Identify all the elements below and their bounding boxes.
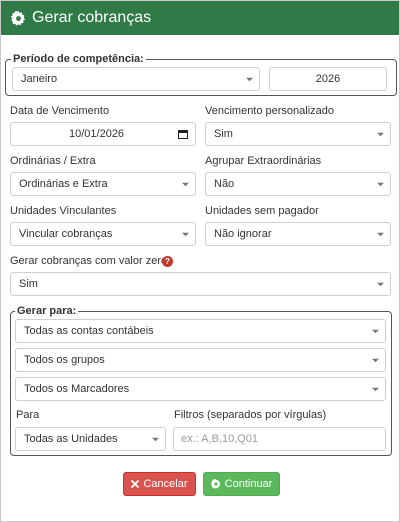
due-date-value: 10/01/2026 [69,128,125,140]
help-icon[interactable]: ? [162,256,173,267]
ordinary-extra-select[interactable]: Ordinárias e Extra [10,172,196,196]
continue-button[interactable]: Continuar [203,472,280,496]
for-units-value: Todas as Unidades [24,433,118,445]
no-payer-select[interactable]: Não ignorar [205,222,391,246]
due-date-label: Data de Vencimento [10,105,110,117]
for-label: Para [16,409,40,421]
custom-due-label: Vencimento personalizado [205,105,335,117]
zero-value-label: Gerar cobranças com valor zero [10,255,168,267]
dialog-title: Gerar cobranças [32,9,152,26]
close-icon [131,480,140,488]
chevron-down-icon [182,232,189,237]
month-value: Janeiro [21,73,58,85]
no-payer-label: Unidades sem pagador [205,205,319,217]
chevron-down-icon [182,182,189,187]
linked-units-value: Vincular cobranças [19,228,113,240]
continue-label: Continuar [224,478,273,490]
custom-due-value: Sim [214,128,233,140]
chevron-down-icon [372,329,379,334]
groups-value: Todos os grupos [24,354,105,366]
chevron-down-icon [372,358,379,363]
group-extra-value: Não [214,178,235,190]
markers-value: Todos os Marcadores [24,383,130,395]
cancel-label: Cancelar [143,478,188,490]
custom-due-select[interactable]: Sim [205,122,391,146]
for-units-select[interactable]: Todas as Unidades [15,427,166,451]
chevron-down-icon [246,77,253,82]
month-select[interactable]: Janeiro [12,67,260,91]
gear-icon [210,479,221,489]
group-extra-label: Agrupar Extraordinárias [205,155,322,167]
calendar-icon [178,130,188,139]
group-extra-select[interactable]: Não [205,172,391,196]
ordinary-extra-label: Ordinárias / Extra [10,155,96,167]
linked-units-label: Unidades Vinculantes [10,205,117,217]
generate-for-legend: Gerar para: [15,305,79,317]
chevron-down-icon [372,387,379,392]
accounts-value: Todas as contas contábeis [24,325,154,337]
markers-select[interactable]: Todos os Marcadores [15,377,386,401]
filters-label: Filtros (separados por vírgulas) [174,409,327,421]
ordinary-extra-value: Ordinárias e Extra [19,178,108,190]
cancel-button[interactable]: Cancelar [123,472,196,496]
filters-input[interactable]: ex.: A,B,10,Q01 [173,427,386,451]
accounts-select[interactable]: Todas as contas contábeis [15,319,386,343]
due-date-input[interactable]: 10/01/2026 [10,122,196,146]
year-input[interactable]: 2026 [269,67,387,91]
chevron-down-icon [377,132,384,137]
linked-units-select[interactable]: Vincular cobranças [10,222,196,246]
filters-placeholder: ex.: A,B,10,Q01 [181,433,259,445]
chevron-down-icon [377,182,384,187]
gear-icon [11,10,26,26]
chevron-down-icon [152,437,159,442]
generate-charges-dialog: Gerar cobranças Período de competência: … [0,0,400,522]
chevron-down-icon [377,232,384,237]
no-payer-value: Não ignorar [214,228,272,240]
periodo-legend: Período de competência: [11,53,146,65]
zero-value-select[interactable]: Sim [10,272,391,296]
chevron-down-icon [377,282,384,287]
zero-value-value: Sim [19,278,38,290]
year-value: 2026 [315,73,341,85]
dialog-header: Gerar cobranças [1,1,399,35]
groups-select[interactable]: Todos os grupos [15,348,386,372]
